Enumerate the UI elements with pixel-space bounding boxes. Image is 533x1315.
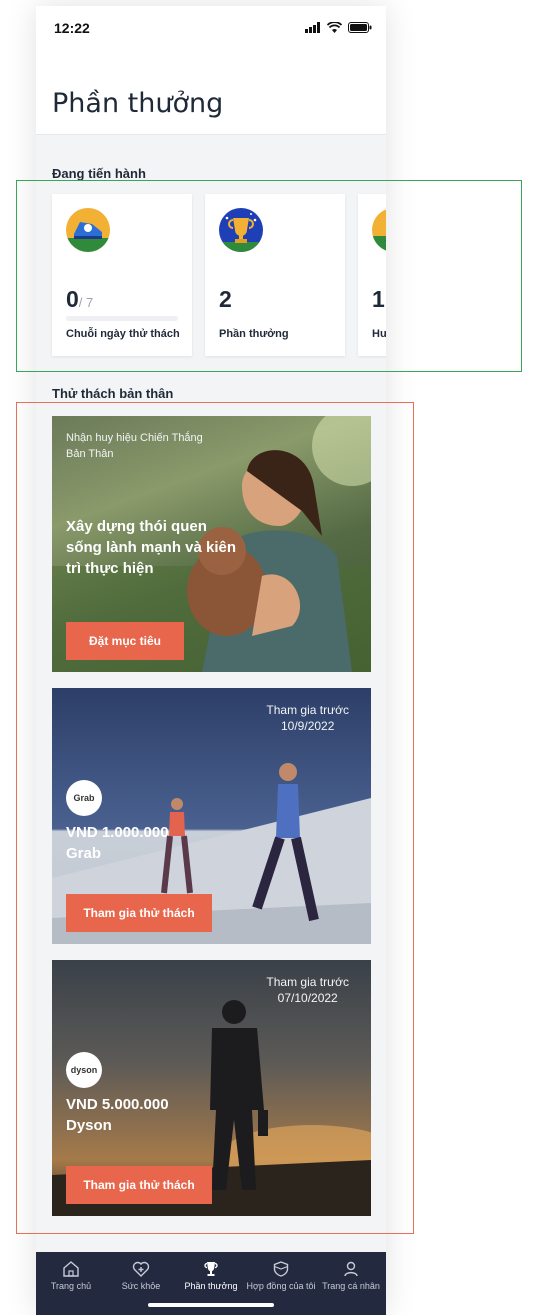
stat-label: Chuỗi ngày thử thách: [66, 328, 180, 340]
home-icon: [63, 1261, 79, 1277]
status-bar: 12:22: [36, 6, 386, 52]
tab-health[interactable]: Sức khỏe: [106, 1260, 176, 1291]
stat-value: 0/ 7: [66, 286, 94, 312]
stat-label: Huy hiệu: [372, 328, 386, 340]
phone-screen: 12:22 Phần thưởng Đang tiến hành 0/ 7 Ch…: [36, 6, 386, 1315]
home-indicator: [148, 1303, 274, 1307]
challenge-kicker: Nhận huy hiệu Chiến Thắng Bản Thân: [66, 432, 203, 460]
heart-plus-icon: [132, 1261, 150, 1277]
stat-value: 1: [372, 286, 385, 312]
challenge-card-grab[interactable]: Tham gia trước 10/9/2022 Grab VND 1.000.0…: [52, 688, 371, 944]
streak-progress-bar: [66, 316, 178, 321]
dyson-logo: dyson: [66, 1052, 102, 1088]
page-header: Phần thưởng: [36, 52, 386, 135]
section-title-in-progress: Đang tiến hành: [52, 166, 146, 181]
tab-rewards[interactable]: Phần thưởng: [176, 1260, 246, 1291]
stat-card-streak[interactable]: 0/ 7 Chuỗi ngày thử thách: [52, 194, 192, 356]
tab-profile[interactable]: Trang cá nhân: [316, 1260, 386, 1291]
section-title-self-challenge: Thử thách bản thân: [52, 386, 174, 401]
system-icons: [305, 22, 372, 33]
page-title: Phần thưởng: [52, 88, 224, 119]
challenge-headline: Xây dựng thói quen sống lành mạnh và kiê…: [66, 518, 237, 577]
challenge-deadline: Tham gia trước 10/9/2022: [266, 703, 349, 733]
trophy-icon: [219, 208, 263, 252]
wifi-icon: [327, 22, 342, 33]
person-icon: [344, 1261, 358, 1277]
stat-card-rewards[interactable]: 2 Phần thưởng: [205, 194, 345, 356]
challenge-card-dyson[interactable]: Tham gia trước 07/10/2022 dyson VND 5.000…: [52, 960, 371, 1216]
battery-icon: [348, 22, 372, 33]
grab-logo: Grab: [66, 780, 102, 816]
set-goal-button[interactable]: Đặt mục tiêu: [66, 622, 184, 660]
sneaker-icon: [66, 208, 110, 252]
tab-home[interactable]: Trang chủ: [36, 1260, 106, 1291]
signal-icon: [305, 22, 320, 33]
challenge-deadline: Tham gia trước 07/10/2022: [266, 975, 349, 1005]
stat-total: / 7: [78, 295, 94, 310]
challenge-amount: VND 1.000.000 Grab: [66, 824, 169, 862]
challenge-amount: VND 5.000.000 Dyson: [66, 1096, 169, 1134]
challenge-card-goal[interactable]: Nhận huy hiệu Chiến Thắng Bản Thân Xây d…: [52, 416, 371, 672]
status-time: 12:22: [54, 20, 90, 36]
stat-value: 2: [219, 286, 232, 312]
runner-icon: [372, 208, 386, 252]
stat-label: Phần thưởng: [219, 328, 289, 340]
shield-icon: [273, 1261, 289, 1277]
trophy-icon: [204, 1262, 218, 1276]
tab-my-contracts[interactable]: Hợp đồng của tôi: [246, 1260, 316, 1291]
join-challenge-button[interactable]: Tham gia thử thách: [66, 1166, 212, 1204]
stat-card-badges[interactable]: 1 Huy hiệu: [358, 194, 386, 356]
join-challenge-button[interactable]: Tham gia thử thách: [66, 894, 212, 932]
